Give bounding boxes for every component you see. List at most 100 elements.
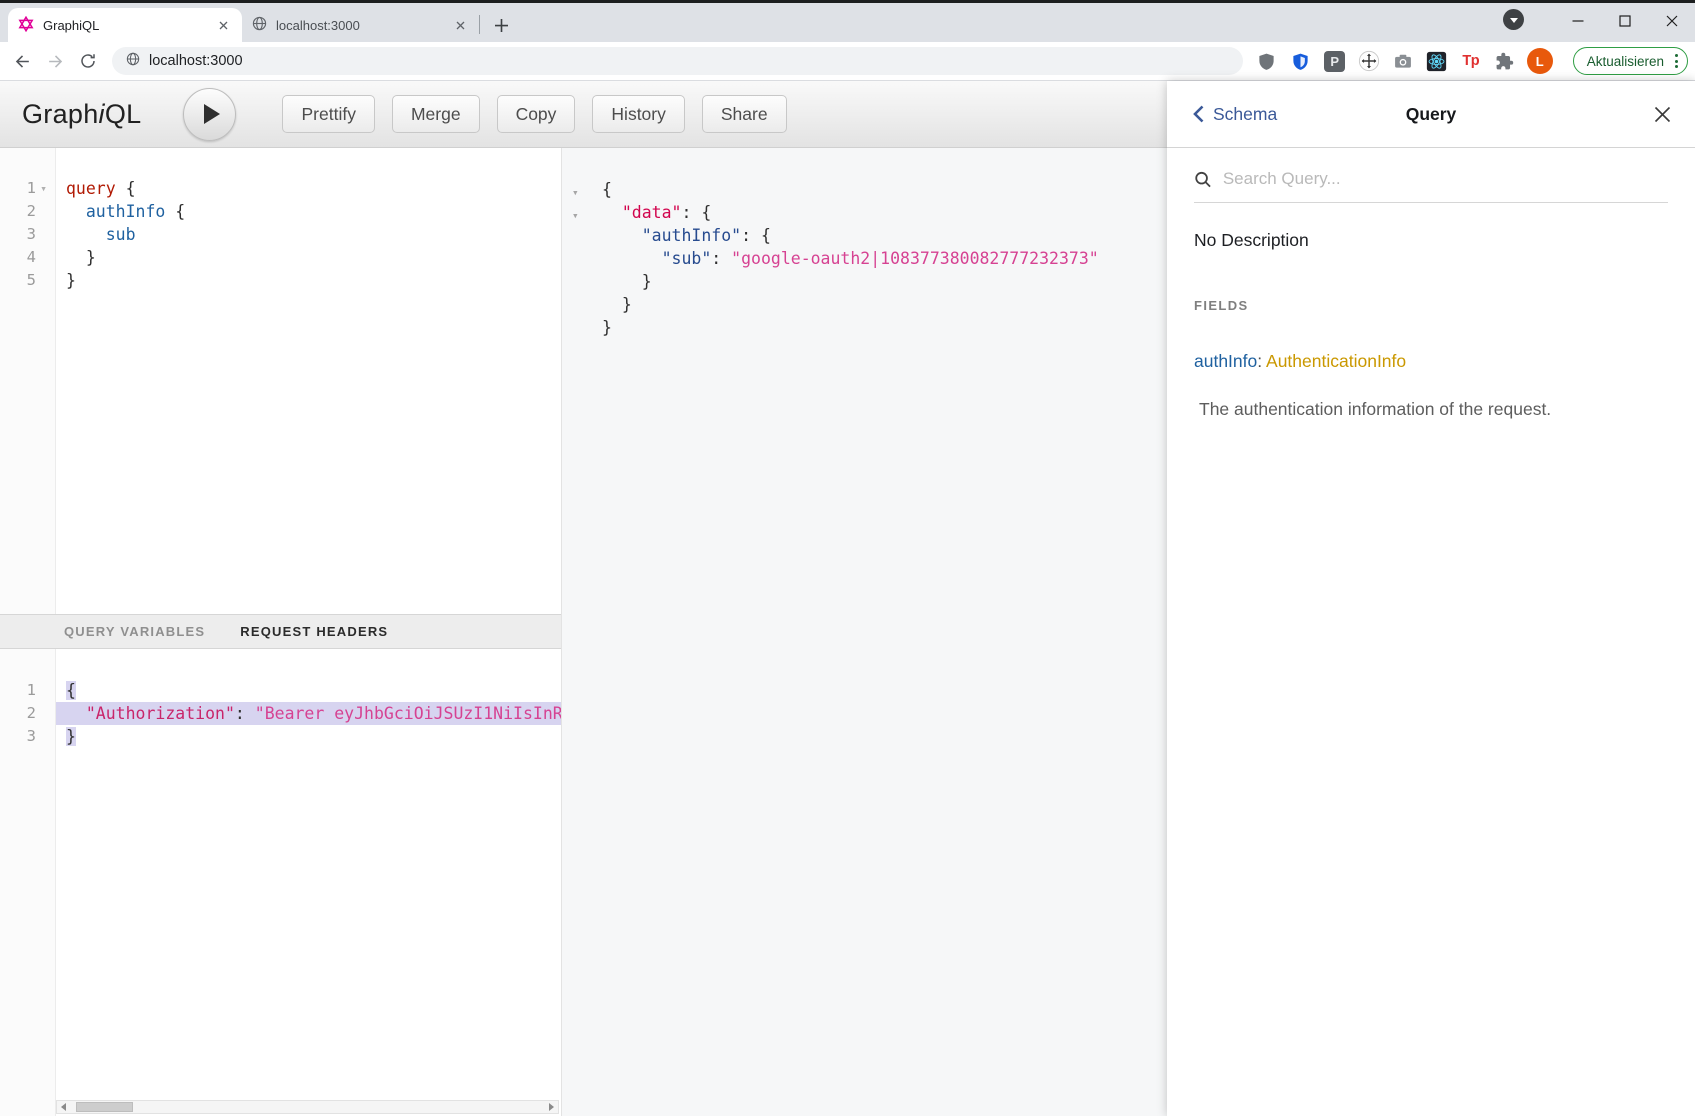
extensions-row: P: [1255, 48, 1553, 74]
toolbar-button-prettify[interactable]: Prettify: [282, 95, 374, 133]
fold-arrow-icon[interactable]: ▾: [36, 177, 51, 200]
request-headers-editor[interactable]: 1{2 "Authorization": "Bearer eyJhbGciOiJ…: [0, 649, 561, 1116]
extension-camera-icon[interactable]: [1391, 49, 1415, 73]
line-number: 1: [10, 679, 36, 702]
result-viewer-line: }: [562, 270, 1167, 293]
tab-title: localhost:3000: [276, 18, 443, 33]
line-number: 2: [10, 702, 36, 725]
line-number: 3: [10, 223, 36, 246]
toolbar-button-share[interactable]: Share: [702, 95, 787, 133]
tab-close-icon[interactable]: [452, 17, 469, 34]
tp-badge-letters: Tp: [1462, 53, 1479, 69]
query-editor-line: 4 }: [0, 246, 561, 269]
graphiql-topbar: GraphiQL Prettify Merge Copy History Share: [0, 81, 1167, 148]
tab-search-icon[interactable]: [1503, 9, 1524, 30]
url-text: localhost:3000: [149, 53, 243, 69]
horizontal-scrollbar[interactable]: [56, 1100, 559, 1114]
toolbar-button-history[interactable]: History: [592, 95, 684, 133]
query-editor-line: 1▾query {: [0, 177, 561, 200]
query-column: 1▾query {2 authInfo {3 sub4 }5} QUERY VA…: [0, 148, 561, 1116]
tabstrip-right-controls: [1503, 3, 1695, 42]
scroll-left-arrow[interactable]: [57, 1101, 70, 1113]
line-number: 4: [10, 246, 36, 269]
graphiql-toolbar-buttons: Prettify Merge Copy History Share: [282, 95, 786, 133]
close-icon: [1654, 106, 1671, 123]
doc-close-button[interactable]: [1654, 81, 1671, 147]
browser-tab-localhost[interactable]: localhost:3000: [242, 8, 479, 42]
field-name-link[interactable]: authInfo: [1194, 351, 1257, 371]
browser-tabstrip: GraphiQL localhost:3000: [0, 3, 1695, 42]
fields-heading: FIELDS: [1194, 298, 1668, 313]
tab-query-variables[interactable]: QUERY VARIABLES: [64, 624, 205, 639]
result-viewer-line: }: [562, 293, 1167, 316]
tab-separator: [479, 15, 480, 34]
back-button[interactable]: [7, 46, 37, 76]
doc-search-row: [1194, 148, 1668, 203]
doc-explorer-panel: Schema Query No Description FIELDS authI…: [1167, 81, 1695, 1116]
editor-panes: 1▾query {2 authInfo {3 sub4 }5} QUERY VA…: [0, 148, 1167, 1116]
new-tab-button[interactable]: [487, 11, 515, 39]
doc-search-input[interactable]: [1223, 169, 1668, 189]
profile-avatar[interactable]: L: [1527, 48, 1553, 74]
result-viewer-line: ▾{: [562, 178, 1167, 201]
search-icon: [1194, 170, 1212, 189]
play-icon: [204, 104, 220, 124]
extension-tp-icon[interactable]: Tp: [1459, 49, 1483, 73]
line-number: 5: [10, 269, 36, 292]
toolbar-button-merge[interactable]: Merge: [392, 95, 480, 133]
field-row: authInfo: AuthenticationInfo: [1194, 351, 1668, 372]
graphiql-logo: GraphiQL: [22, 99, 141, 130]
update-label: Aktualisieren: [1587, 54, 1664, 69]
line-number: 2: [10, 200, 36, 223]
graphiql-favicon-icon: [18, 16, 34, 35]
menu-kebab-icon[interactable]: [1673, 52, 1680, 70]
line-number: 1: [10, 177, 36, 200]
variables-tab-bar: QUERY VARIABLES REQUEST HEADERS: [0, 614, 561, 649]
site-info-icon[interactable]: [126, 52, 140, 71]
extension-react-devtools-icon[interactable]: [1425, 49, 1449, 73]
forward-button[interactable]: [40, 46, 70, 76]
address-bar[interactable]: localhost:3000: [112, 47, 1243, 75]
query-editor-line: 2 authInfo {: [0, 200, 561, 223]
extension-p-icon[interactable]: P: [1323, 49, 1347, 73]
execute-button[interactable]: [183, 88, 236, 141]
tab-request-headers[interactable]: REQUEST HEADERS: [240, 624, 388, 639]
doc-title: Query: [1167, 81, 1695, 147]
p-badge-letter: P: [1324, 51, 1345, 72]
field-description: The authentication information of the re…: [1199, 399, 1668, 420]
request-headers-line: 3}: [0, 725, 561, 748]
request-headers-line: 2 "Authorization": "Bearer eyJhbGciOiJSU…: [0, 702, 561, 725]
result-viewer-line: "authInfo": {: [562, 224, 1167, 247]
extensions-puzzle-icon[interactable]: [1493, 49, 1517, 73]
extension-shield-icon[interactable]: [1255, 49, 1279, 73]
toolbar-button-copy[interactable]: Copy: [497, 95, 576, 133]
tab-close-icon[interactable]: [215, 17, 232, 34]
browser-navbar: localhost:3000 P: [0, 42, 1695, 81]
result-viewer[interactable]: ▾{▾ "data": { "authInfo": { "sub": "goog…: [561, 148, 1167, 1116]
maximize-button[interactable]: [1601, 3, 1648, 39]
query-editor[interactable]: 1▾query {2 authInfo {3 sub4 }5}: [0, 148, 561, 614]
query-editor-line: 3 sub: [0, 223, 561, 246]
query-editor-line: 5}: [0, 269, 561, 292]
extension-bitwarden-icon[interactable]: [1289, 49, 1313, 73]
graphiql-app: GraphiQL Prettify Merge Copy History Share 1…: [0, 81, 1695, 1116]
extension-move-icon[interactable]: [1357, 49, 1381, 73]
result-viewer-line: "sub": "google-oauth2|108377380082777232…: [562, 247, 1167, 270]
globe-icon: [252, 16, 267, 34]
result-viewer-line: ▾ "data": {: [562, 201, 1167, 224]
close-button[interactable]: [1648, 3, 1695, 39]
request-headers-line: 1{: [0, 679, 561, 702]
reload-button[interactable]: [73, 46, 103, 76]
field-type-link[interactable]: AuthenticationInfo: [1266, 351, 1406, 371]
graphiql-editors: GraphiQL Prettify Merge Copy History Share 1…: [0, 81, 1167, 1116]
browser-tab-graphiql[interactable]: GraphiQL: [8, 8, 242, 42]
scrollbar-thumb[interactable]: [76, 1102, 133, 1112]
scroll-right-arrow[interactable]: [545, 1101, 558, 1113]
minimize-button[interactable]: [1554, 3, 1601, 39]
browser-window: GraphiQL localhost:3000: [0, 0, 1695, 1116]
field-colon: :: [1257, 351, 1262, 371]
doc-explorer-header: Schema Query: [1167, 81, 1695, 148]
update-chrome-button[interactable]: Aktualisieren: [1573, 47, 1688, 75]
tab-title: GraphiQL: [43, 18, 206, 33]
no-description-text: No Description: [1194, 230, 1668, 251]
